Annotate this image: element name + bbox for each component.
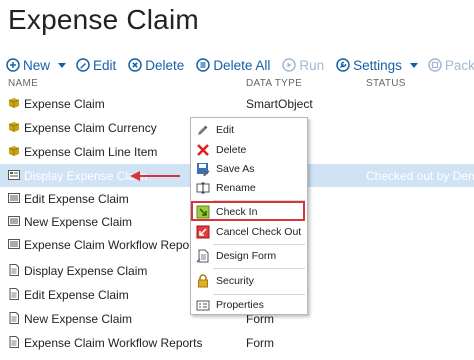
form-icon <box>9 264 19 276</box>
menu-item-label: Delete <box>216 144 247 156</box>
cancel-check-out-icon <box>195 224 211 240</box>
page-title: Expense Claim <box>8 4 199 35</box>
check-in-icon <box>195 204 211 220</box>
pencil-icon <box>195 122 211 138</box>
design-form-icon <box>195 248 211 264</box>
menu-item-label: Design Form <box>216 250 277 262</box>
view-icon <box>8 216 20 226</box>
menu-item-delete[interactable]: Delete <box>191 140 307 160</box>
view-icon <box>8 170 20 180</box>
list-item[interactable]: Expense Claim SmartObject <box>0 92 474 115</box>
column-header-status[interactable]: STATUS <box>366 78 406 89</box>
view-icon <box>8 239 20 249</box>
run-button-label: Run <box>299 57 325 73</box>
save-as-icon <box>195 161 211 177</box>
new-button-label: New <box>23 57 51 73</box>
menu-item-cancel-check-out[interactable]: Cancel Check Out <box>191 222 307 242</box>
column-headers: NAME DATA TYPE STATUS <box>8 78 474 92</box>
menu-item-label: Rename <box>216 182 256 194</box>
settings-dropdown-caret-icon[interactable] <box>409 62 418 68</box>
menu-item-rename[interactable]: Rename <box>191 178 307 198</box>
form-icon <box>9 288 19 300</box>
menu-item-security[interactable]: Security <box>191 271 307 291</box>
view-icon <box>8 193 20 203</box>
delete-button[interactable]: Delete <box>128 58 184 73</box>
menu-item-check-in[interactable]: Check In <box>191 202 307 222</box>
item-name: Edit Expense Claim <box>24 288 129 302</box>
x-circle-icon <box>128 58 143 72</box>
delete-all-button-label: Delete All <box>213 57 271 73</box>
form-icon <box>9 312 19 324</box>
delete-all-icon <box>196 58 211 72</box>
edit-button-label: Edit <box>93 57 117 73</box>
lock-icon <box>195 273 211 289</box>
plus-circle-icon <box>6 58 20 72</box>
item-name: Expense Claim Currency <box>24 121 157 135</box>
new-dropdown-caret-icon[interactable] <box>58 62 67 68</box>
rename-icon <box>195 180 211 196</box>
menu-item-edit[interactable]: Edit <box>191 120 307 140</box>
menu-item-label: Save As <box>216 163 255 175</box>
column-header-data-type[interactable]: DATA TYPE <box>246 78 302 89</box>
package-icon <box>428 58 442 72</box>
delete-all-button[interactable]: Delete All <box>196 58 270 73</box>
delete-button-label: Delete <box>145 57 185 73</box>
smartobject-icon <box>8 146 20 156</box>
menu-item-properties[interactable]: Properties <box>191 295 307 315</box>
item-name: Expense Claim <box>24 97 105 111</box>
menu-item-save-as[interactable]: Save As <box>191 159 307 179</box>
red-x-icon <box>195 142 211 158</box>
menu-separator <box>213 200 305 201</box>
pencil-circle-icon <box>76 58 90 72</box>
item-name: Expense Claim Line Item <box>24 145 158 159</box>
settings-button[interactable]: Settings <box>336 58 402 73</box>
settings-button-label: Settings <box>353 57 402 73</box>
menu-item-label: Security <box>216 275 254 287</box>
context-menu: Edit Delete Save As Rename Check In Canc… <box>190 117 308 315</box>
menu-item-design-form[interactable]: Design Form <box>191 246 307 266</box>
menu-separator <box>213 244 305 245</box>
list-item[interactable]: Expense Claim Workflow Reports Form <box>0 331 474 354</box>
menu-separator <box>213 268 305 269</box>
package-button-label: Package <box>444 57 474 73</box>
item-name: Edit Expense Claim <box>24 192 129 206</box>
item-name: Expense Claim Workflow Reports <box>24 238 203 252</box>
item-type: SmartObject <box>246 97 313 111</box>
menu-item-label: Cancel Check Out <box>216 226 302 238</box>
pointer-arrow-icon <box>130 171 180 181</box>
column-header-name[interactable]: NAME <box>8 78 38 89</box>
item-name: New Expense Claim <box>24 215 133 229</box>
play-circle-icon <box>282 58 297 72</box>
item-type: Form <box>246 336 274 350</box>
smartobject-icon <box>8 98 20 108</box>
form-icon <box>9 336 19 348</box>
item-name: Display Expense Claim <box>24 169 148 183</box>
wrench-circle-icon <box>336 58 350 72</box>
properties-icon <box>195 297 211 313</box>
package-button[interactable]: Package <box>428 58 474 73</box>
menu-item-label: Check In <box>216 206 258 218</box>
item-name: Expense Claim Workflow Reports <box>24 336 203 350</box>
toolbar: New Edit Delete Delete All Run Settings … <box>6 56 474 74</box>
item-status: Checked out by Denallo <box>366 169 474 183</box>
run-button[interactable]: Run <box>282 58 324 73</box>
new-button[interactable]: New <box>6 58 50 73</box>
item-name: New Expense Claim <box>24 312 133 326</box>
item-name: Display Expense Claim <box>24 264 148 278</box>
smartobject-icon <box>8 122 20 132</box>
menu-item-label: Edit <box>216 124 235 136</box>
edit-button[interactable]: Edit <box>76 58 116 73</box>
menu-item-label: Properties <box>216 299 264 311</box>
